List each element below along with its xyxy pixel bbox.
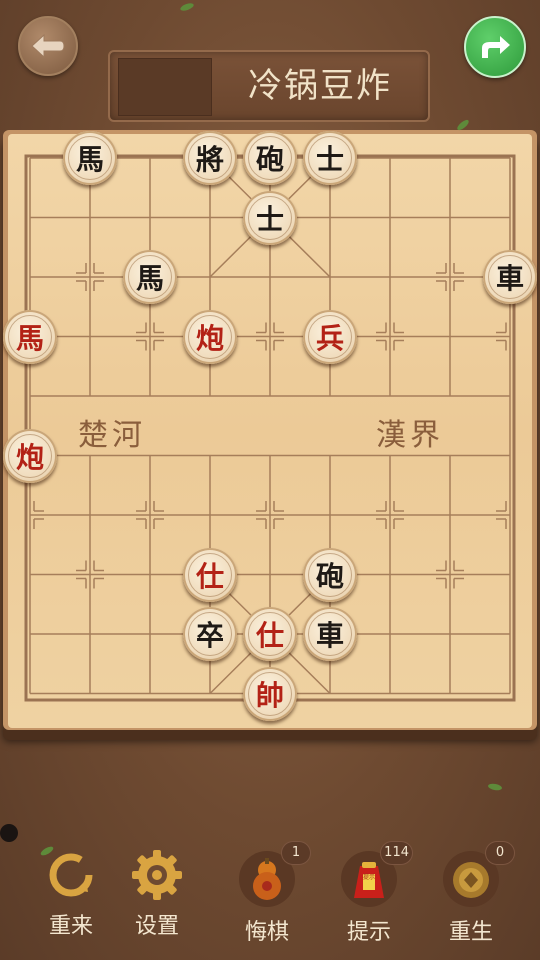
restart-icon xyxy=(49,853,93,897)
ink-blot xyxy=(0,824,18,842)
revive-label: 重生 xyxy=(448,920,493,945)
revive-button[interactable]: 0 重生 xyxy=(436,842,514,946)
settings-label: 设置 xyxy=(134,914,179,939)
chess-piece[interactable]: 車 xyxy=(303,607,357,661)
hint-button[interactable]: 提示 114 提示 xyxy=(334,842,412,946)
chess-piece[interactable]: 馬 xyxy=(3,309,57,364)
chess-piece[interactable]: 仕 xyxy=(243,607,297,661)
chess-piece[interactable]: 兵 xyxy=(303,309,357,364)
river-label-chu: 楚河 xyxy=(78,418,146,453)
chess-piece[interactable]: 炮 xyxy=(3,428,57,483)
chess-piece[interactable]: 炮 xyxy=(183,309,237,364)
restart-button[interactable]: 重来 xyxy=(36,846,106,940)
restart-label: 重来 xyxy=(48,914,93,939)
chess-piece[interactable]: 車 xyxy=(483,250,537,304)
gear-icon xyxy=(132,850,182,900)
chess-piece[interactable]: 將 xyxy=(183,131,237,185)
chess-piece[interactable]: 馬 xyxy=(123,250,177,304)
chess-piece[interactable]: 砲 xyxy=(303,547,357,602)
revive-count-badge: 0 xyxy=(486,842,514,864)
hint-count-badge: 114 xyxy=(381,842,412,864)
chess-piece[interactable]: 士 xyxy=(303,131,357,185)
hint-label: 提示 xyxy=(346,920,391,945)
undo-label: 悔棋 xyxy=(244,920,289,945)
undo-count-badge: 1 xyxy=(282,842,310,864)
river-label-han: 漢界 xyxy=(376,418,444,453)
undo-button[interactable]: 1 悔棋 xyxy=(232,842,310,946)
settings-button[interactable]: 设置 xyxy=(122,846,192,940)
chess-piece[interactable]: 士 xyxy=(243,190,297,245)
chess-piece[interactable]: 砲 xyxy=(243,131,297,185)
chess-piece[interactable]: 帥 xyxy=(243,666,297,721)
hint-tag: 提示 xyxy=(363,874,376,881)
chess-piece[interactable]: 卒 xyxy=(183,607,237,661)
chess-piece[interactable]: 馬 xyxy=(63,131,117,185)
chess-piece[interactable]: 仕 xyxy=(183,547,237,602)
